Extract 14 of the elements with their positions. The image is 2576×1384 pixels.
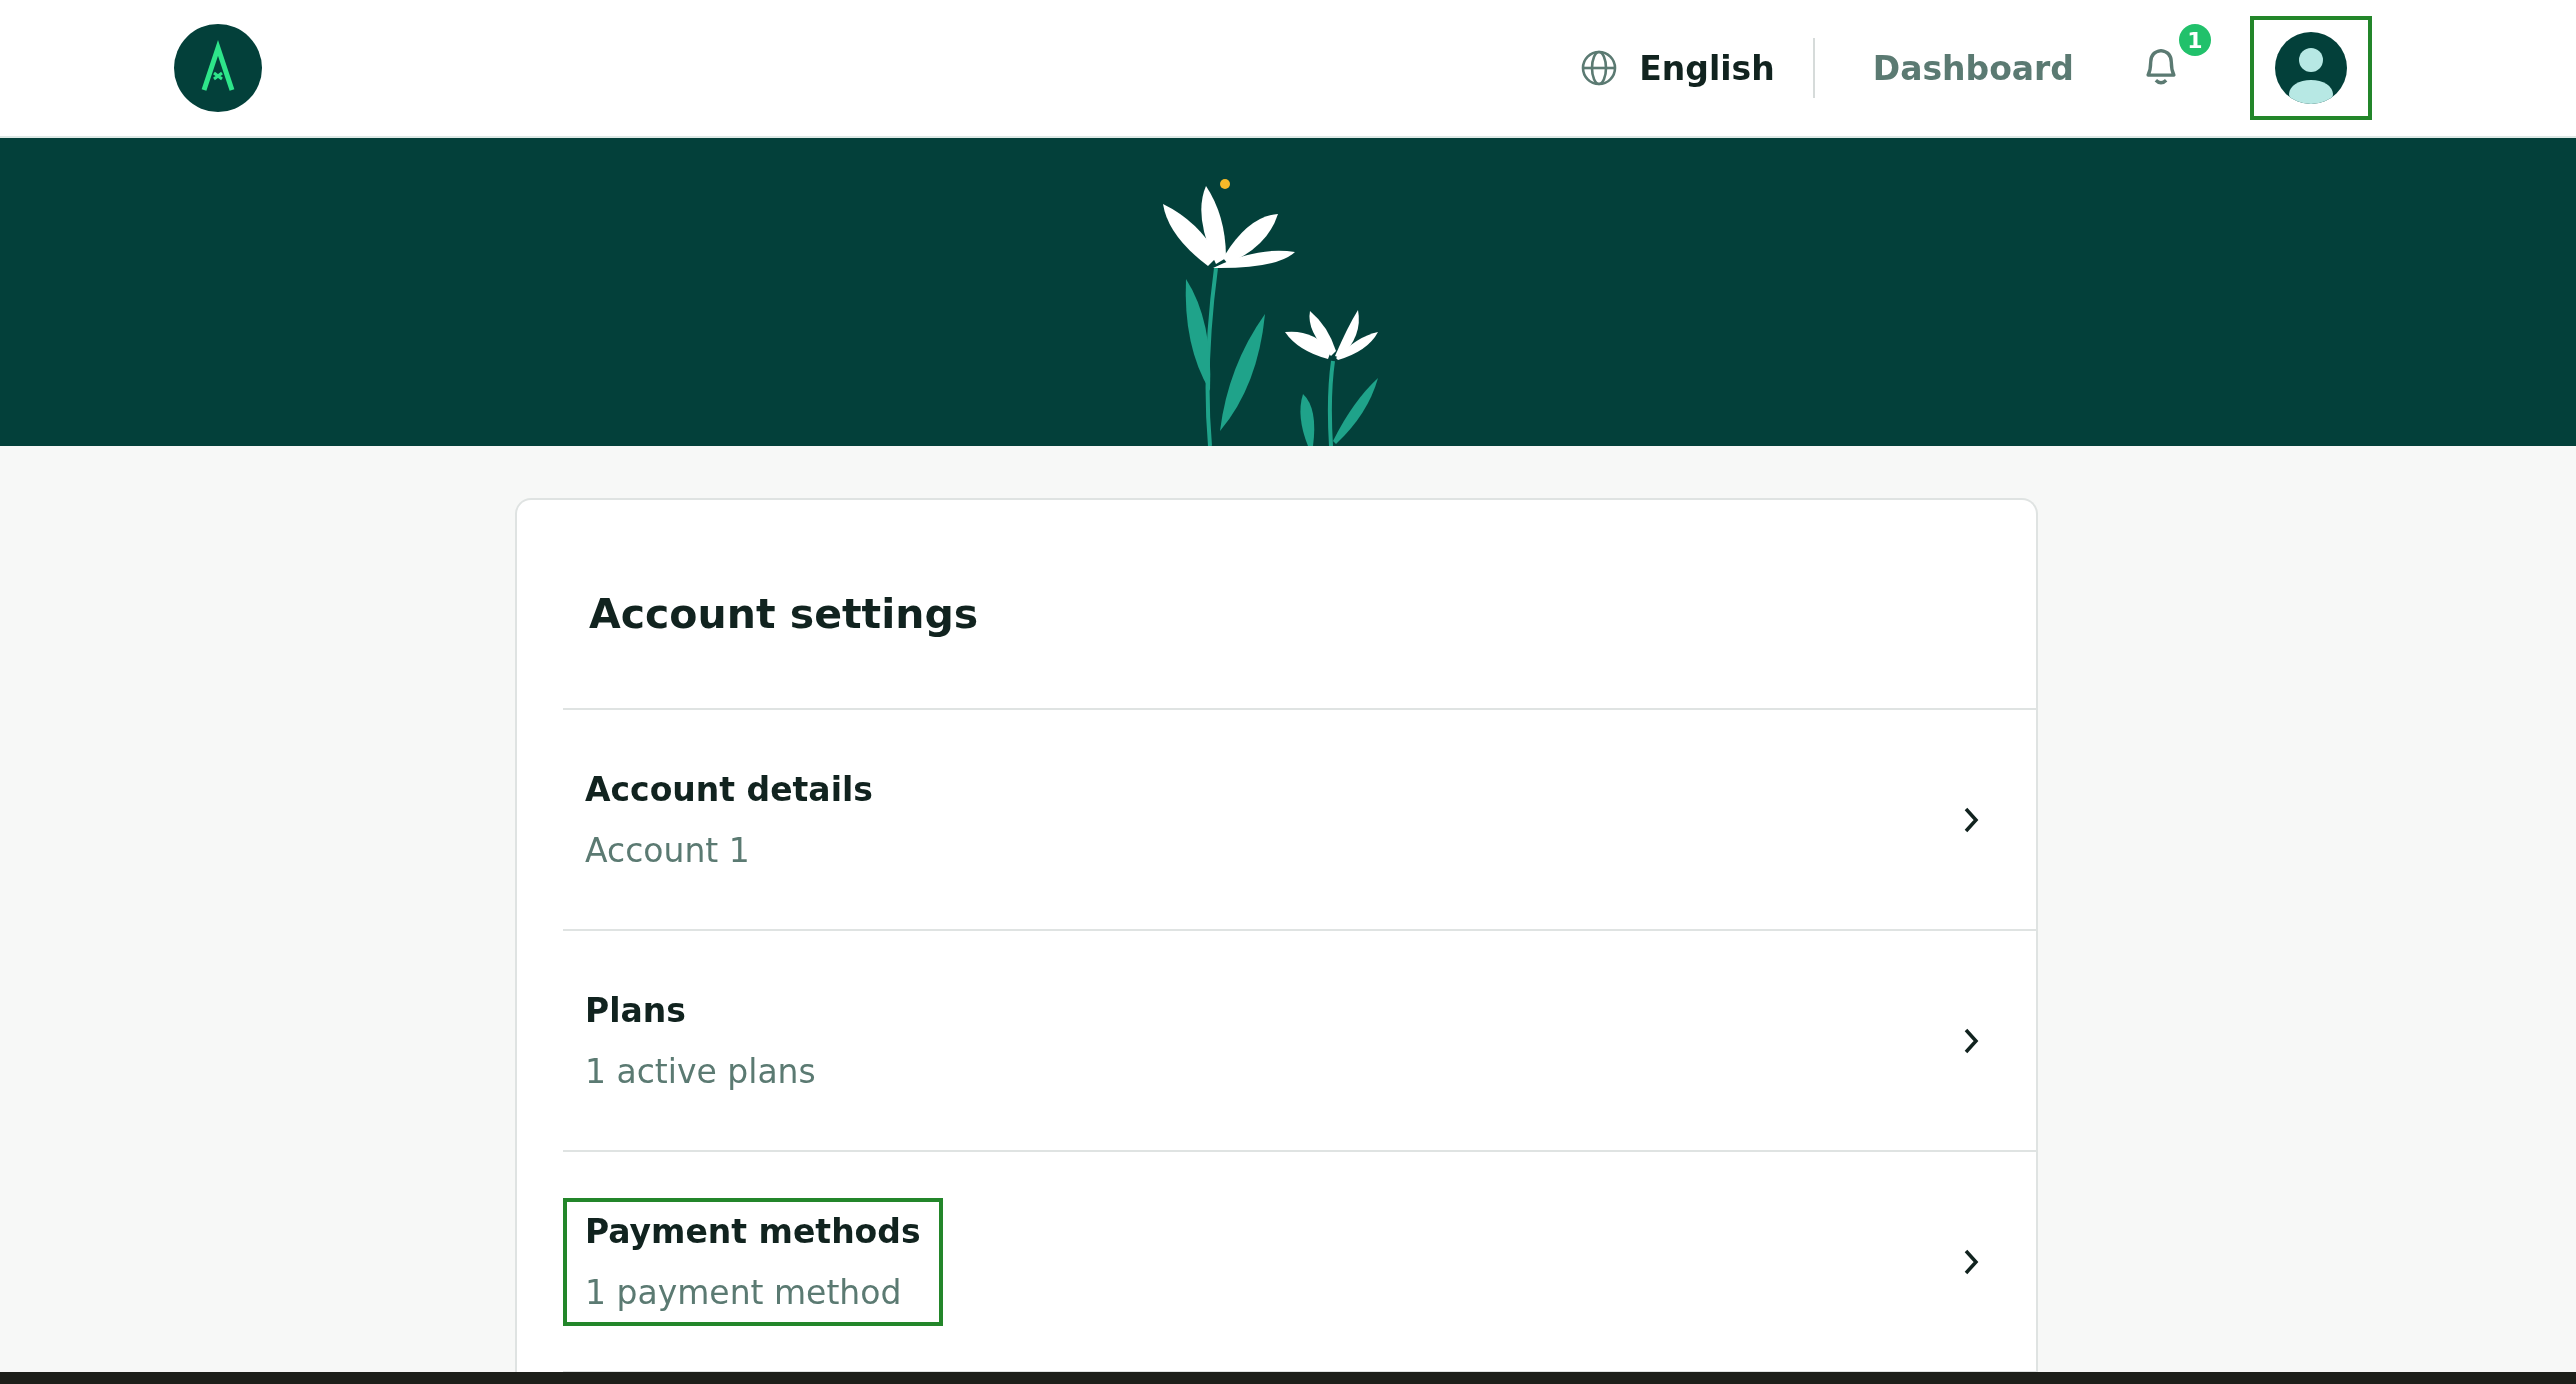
row-subtitle: 1 payment method (585, 1272, 903, 1312)
avatar-icon[interactable] (2275, 32, 2347, 104)
row-title: Account details (585, 769, 873, 809)
language-selector[interactable]: English (1639, 48, 1775, 88)
card-title: Account settings (563, 500, 2036, 710)
settings-row[interactable]: Plans 1 active plans (563, 931, 2036, 1152)
row-title: Payment methods (585, 1211, 921, 1251)
logo-icon[interactable] (174, 24, 262, 112)
notification-badge: 1 (2179, 24, 2211, 56)
row-title: Plans (585, 990, 687, 1030)
dashboard-link[interactable]: Dashboard (1872, 48, 2074, 88)
row-subtitle: 1 active plans (585, 1051, 816, 1091)
settings-row[interactable]: Account details Account 1 (563, 710, 2036, 931)
row-subtitle: Account 1 (585, 830, 751, 870)
